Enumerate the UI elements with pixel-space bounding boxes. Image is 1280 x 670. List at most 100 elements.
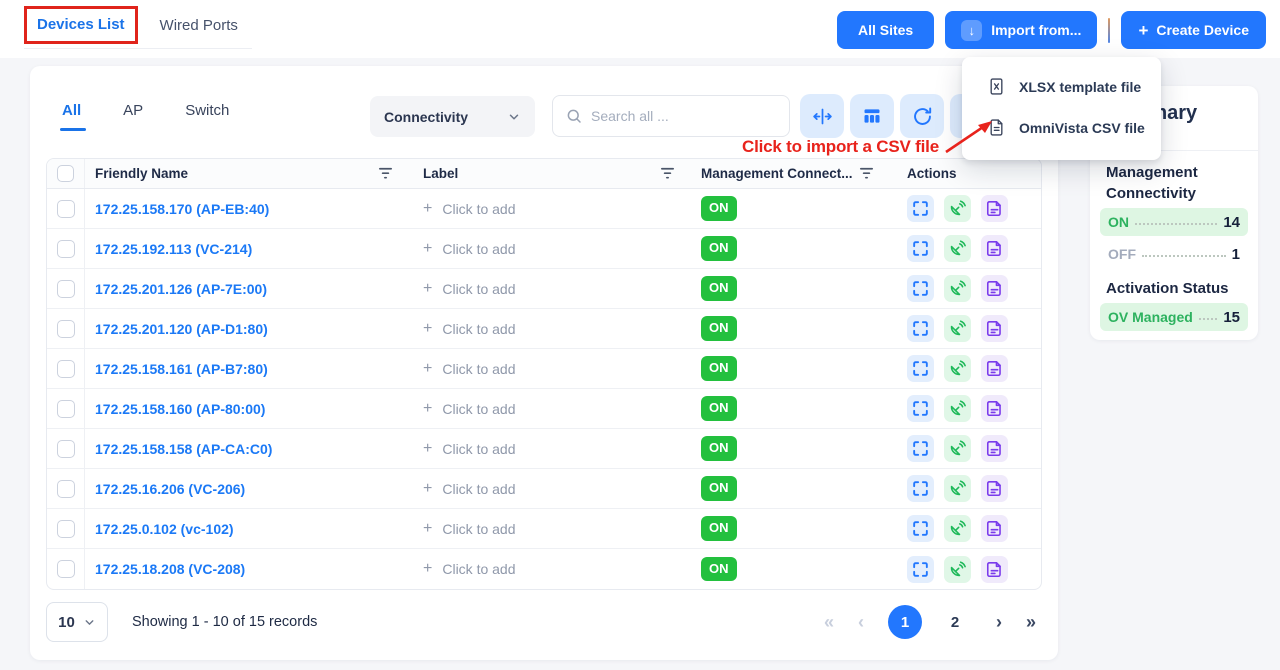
satellite-icon[interactable] <box>944 556 971 583</box>
expand-icon[interactable] <box>907 395 934 422</box>
search-input[interactable] <box>591 108 777 124</box>
page-button-1[interactable]: 1 <box>888 605 922 639</box>
device-link[interactable]: 172.25.0.102 (vc-102) <box>95 521 234 537</box>
document-icon[interactable] <box>981 195 1008 222</box>
document-icon[interactable] <box>981 475 1008 502</box>
stat-value: 15 <box>1223 309 1240 326</box>
filter-icon[interactable] <box>660 167 675 180</box>
device-link[interactable]: 172.25.201.126 (AP-7E:00) <box>95 281 267 297</box>
satellite-icon[interactable] <box>944 235 971 262</box>
expand-icon[interactable] <box>907 315 934 342</box>
filter-icon[interactable] <box>378 167 393 180</box>
device-link[interactable]: 172.25.158.161 (AP-B7:80) <box>95 361 268 377</box>
document-icon[interactable] <box>981 355 1008 382</box>
satellite-icon[interactable] <box>944 195 971 222</box>
expand-icon[interactable] <box>907 515 934 542</box>
click-to-add-label[interactable]: Click to add <box>442 441 515 457</box>
last-page-icon[interactable]: » <box>1026 612 1036 633</box>
menu-item-csv[interactable]: OmniVista CSV file <box>962 107 1161 148</box>
row-checkbox-cell <box>47 349 85 388</box>
expand-icon[interactable] <box>907 235 934 262</box>
expand-icon[interactable] <box>907 556 934 583</box>
device-link[interactable]: 172.25.201.120 (AP-D1:80) <box>95 321 268 337</box>
device-link[interactable]: 172.25.158.170 (AP-EB:40) <box>95 201 269 217</box>
row-checkbox[interactable] <box>57 360 75 378</box>
tab-wired-ports[interactable]: Wired Ports <box>138 10 252 41</box>
column-resize-icon[interactable] <box>800 94 844 138</box>
row-checkbox[interactable] <box>57 560 75 578</box>
row-checkbox-cell <box>47 229 85 268</box>
click-to-add-label[interactable]: Click to add <box>442 281 515 297</box>
stat-label: OFF <box>1108 246 1136 262</box>
row-checkbox[interactable] <box>57 480 75 498</box>
select-all-checkbox[interactable] <box>57 165 74 182</box>
click-to-add-label[interactable]: Click to add <box>442 241 515 257</box>
row-checkbox[interactable] <box>57 440 75 458</box>
expand-icon[interactable] <box>907 475 934 502</box>
expand-icon[interactable] <box>907 355 934 382</box>
row-checkbox[interactable] <box>57 520 75 538</box>
all-sites-button[interactable]: All Sites <box>837 11 934 49</box>
expand-icon[interactable] <box>907 195 934 222</box>
satellite-icon[interactable] <box>944 275 971 302</box>
click-to-add-label[interactable]: Click to add <box>442 481 515 497</box>
click-to-add-label[interactable]: Click to add <box>442 361 515 377</box>
click-to-add-label[interactable]: Click to add <box>442 561 515 577</box>
row-label-cell: +Click to add <box>415 560 697 578</box>
document-icon[interactable] <box>981 556 1008 583</box>
expand-icon[interactable] <box>907 275 934 302</box>
row-checkbox[interactable] <box>57 280 75 298</box>
columns-icon[interactable] <box>850 94 894 138</box>
device-link[interactable]: 172.25.158.158 (AP-CA:C0) <box>95 441 272 457</box>
table-row: 172.25.0.102 (vc-102)+Click to addON <box>47 509 1041 549</box>
device-link[interactable]: 172.25.158.160 (AP-80:00) <box>95 401 265 417</box>
row-checkbox[interactable] <box>57 240 75 258</box>
device-link[interactable]: 172.25.18.208 (VC-208) <box>95 561 245 577</box>
row-checkbox[interactable] <box>57 320 75 338</box>
summary-stat-row: ON14 <box>1100 208 1248 236</box>
document-icon[interactable] <box>981 435 1008 462</box>
type-tab-ap[interactable]: AP <box>123 102 143 131</box>
row-name-cell: 172.25.158.160 (AP-80:00) <box>85 401 415 417</box>
type-tab-all[interactable]: All <box>62 102 81 131</box>
next-page-icon[interactable]: › <box>996 612 1002 633</box>
import-from-button[interactable]: ↓ Import from... <box>945 11 1097 49</box>
expand-icon[interactable] <box>907 435 934 462</box>
header-friendly-name: Friendly Name <box>85 166 415 181</box>
click-to-add-label[interactable]: Click to add <box>442 201 515 217</box>
click-to-add-label[interactable]: Click to add <box>442 401 515 417</box>
refresh-icon[interactable] <box>900 94 944 138</box>
document-icon[interactable] <box>981 395 1008 422</box>
row-checkbox[interactable] <box>57 200 75 218</box>
row-name-cell: 172.25.158.161 (AP-B7:80) <box>85 361 415 377</box>
create-device-button[interactable]: + Create Device <box>1121 11 1266 49</box>
satellite-icon[interactable] <box>944 475 971 502</box>
type-tab-switch[interactable]: Switch <box>185 102 229 131</box>
click-to-add-label[interactable]: Click to add <box>442 521 515 537</box>
document-icon[interactable] <box>981 235 1008 262</box>
satellite-icon[interactable] <box>944 355 971 382</box>
click-to-add-label[interactable]: Click to add <box>442 321 515 337</box>
tab-devices-list[interactable]: Devices List <box>37 16 125 33</box>
device-link[interactable]: 172.25.16.206 (VC-206) <box>95 481 245 497</box>
table-row: 172.25.158.161 (AP-B7:80)+Click to addON <box>47 349 1041 389</box>
document-icon[interactable] <box>981 315 1008 342</box>
filter-icon[interactable] <box>859 167 874 180</box>
satellite-icon[interactable] <box>944 435 971 462</box>
document-icon[interactable] <box>981 275 1008 302</box>
satellite-icon[interactable] <box>944 515 971 542</box>
row-checkbox[interactable] <box>57 400 75 418</box>
table-row: 172.25.158.158 (AP-CA:C0)+Click to addON <box>47 429 1041 469</box>
device-link[interactable]: 172.25.192.113 (VC-214) <box>95 241 252 257</box>
document-icon[interactable] <box>981 515 1008 542</box>
satellite-icon[interactable] <box>944 315 971 342</box>
menu-item-xlsx[interactable]: XLSX template file <box>962 66 1161 107</box>
first-page-icon[interactable]: « <box>824 612 834 633</box>
page-size-select[interactable]: 10 <box>46 602 108 642</box>
connectivity-filter-select[interactable]: Connectivity <box>370 96 535 137</box>
satellite-icon[interactable] <box>944 395 971 422</box>
row-name-cell: 172.25.192.113 (VC-214) <box>85 241 415 257</box>
prev-page-icon[interactable]: ‹ <box>858 612 864 633</box>
row-actions-cell <box>903 395 1041 422</box>
page-button-2[interactable]: 2 <box>938 605 972 639</box>
